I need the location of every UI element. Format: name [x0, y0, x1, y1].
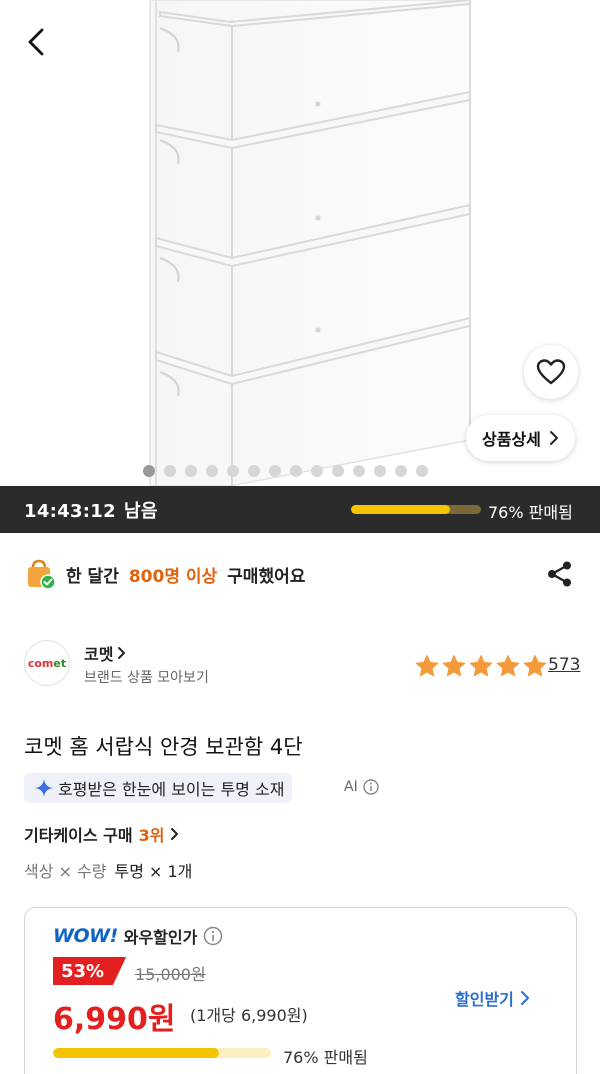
- shopping-bag-check-icon: [28, 559, 56, 590]
- star-icon: [415, 655, 439, 677]
- brand-products-link[interactable]: 브랜드 상품 모아보기: [84, 667, 209, 687]
- chevron-right-icon: [549, 431, 558, 445]
- notice-prefix: 한 달간: [66, 566, 119, 587]
- notice-suffix: 구매했어요: [227, 566, 306, 587]
- sale-price: 6,990원: [53, 1002, 176, 1037]
- pagination-dot[interactable]: [206, 465, 218, 477]
- pagination-dot[interactable]: [143, 465, 155, 477]
- option-label: 색상 × 수량: [24, 862, 107, 881]
- pagination-dot[interactable]: [164, 465, 176, 477]
- star-icon: [469, 655, 493, 677]
- product-image-gallery[interactable]: 상품상세: [0, 0, 600, 486]
- image-pagination: [143, 465, 428, 477]
- category-rank-link[interactable]: 기타케이스 구매 3위: [24, 822, 180, 846]
- pagination-dot[interactable]: [227, 465, 239, 477]
- pagination-dot[interactable]: [332, 465, 344, 477]
- review-count-link[interactable]: 573: [548, 655, 580, 675]
- timer-sold-label: 76% 판매됨: [488, 503, 573, 522]
- info-icon[interactable]: [203, 926, 223, 946]
- brand-name: 코멧: [84, 645, 114, 664]
- rating-stars: [414, 654, 548, 678]
- option-value: 투명 × 1개: [114, 862, 193, 881]
- info-icon: [363, 779, 379, 795]
- favorite-button[interactable]: [524, 345, 578, 399]
- selected-option: 색상 × 수량 투명 × 1개: [24, 858, 192, 882]
- pagination-dot[interactable]: [374, 465, 386, 477]
- price-card: WOW! 와우할인가 53% 15,000원 6,990원 (1개당 6,990…: [24, 907, 577, 1074]
- share-button[interactable]: [544, 558, 576, 590]
- pagination-dot[interactable]: [185, 465, 197, 477]
- product-title: 코멧 홈 서랍식 안경 보관함 4단: [24, 735, 303, 759]
- countdown-remaining-label: 남음: [123, 500, 158, 522]
- chevron-right-icon: [520, 991, 529, 1005]
- deal-timer-bar: 14:43:12 남음 76% 판매됨: [0, 486, 600, 533]
- brand-logo-text-1: com: [27, 656, 54, 670]
- pagination-dot[interactable]: [416, 465, 428, 477]
- pagination-dot[interactable]: [353, 465, 365, 477]
- star-icon: [496, 655, 520, 677]
- share-icon: [548, 561, 571, 587]
- rank-category: 기타케이스 구매: [24, 826, 133, 845]
- pagination-dot[interactable]: [395, 465, 407, 477]
- chevron-right-icon: [118, 647, 126, 659]
- pagination-dot[interactable]: [311, 465, 323, 477]
- chevron-left-icon: [28, 28, 44, 56]
- original-price: 15,000원: [135, 965, 206, 984]
- product-detail-button[interactable]: 상품상세: [466, 415, 575, 461]
- wow-price-label: 와우할인가: [123, 928, 198, 947]
- star-icon: [442, 655, 466, 677]
- brand-logo-text-2: et: [53, 656, 67, 670]
- card-sold-label: 76% 판매됨: [283, 1048, 368, 1067]
- star-icon: [523, 655, 547, 677]
- back-button[interactable]: [16, 22, 56, 62]
- rank-value: 3위: [138, 826, 165, 845]
- get-discount-button[interactable]: 할인받기: [455, 986, 530, 1010]
- countdown-time: 14:43:12: [24, 500, 116, 522]
- brand-name-link[interactable]: 코멧: [84, 641, 127, 665]
- wow-price-header: WOW! 와우할인가: [53, 924, 223, 948]
- discount-rate-badge: 53%: [53, 957, 127, 985]
- product-detail-label: 상품상세: [482, 430, 541, 449]
- ai-summary-text: 호평받은 한눈에 보이는 투명 소재: [58, 780, 285, 799]
- timer-sold-progress-fill: [351, 505, 450, 514]
- brand-logo[interactable]: com et: [24, 640, 70, 686]
- ai-label: AI: [344, 779, 358, 795]
- chevron-right-icon: [171, 828, 179, 840]
- product-image: [149, 0, 471, 486]
- heart-icon: [536, 359, 566, 385]
- unit-price: (1개당 6,990원): [190, 1006, 308, 1025]
- get-discount-label: 할인받기: [455, 990, 514, 1009]
- ai-info[interactable]: AI: [344, 779, 379, 795]
- wow-logo: WOW!: [53, 925, 118, 947]
- card-sold-progress-fill: [53, 1048, 219, 1058]
- countdown-timer: 14:43:12 남음: [24, 497, 158, 523]
- card-sold-progress: [53, 1048, 271, 1058]
- timer-sold-progress: [351, 505, 481, 514]
- pagination-dot[interactable]: [290, 465, 302, 477]
- notice-highlight: 800명 이상: [128, 566, 218, 587]
- sparkle-icon: [35, 779, 53, 797]
- purchase-notice: 한 달간 800명 이상 구매했어요: [24, 556, 305, 592]
- pagination-dot[interactable]: [269, 465, 281, 477]
- pagination-dot[interactable]: [248, 465, 260, 477]
- ai-summary-badge: 호평받은 한눈에 보이는 투명 소재: [24, 773, 293, 803]
